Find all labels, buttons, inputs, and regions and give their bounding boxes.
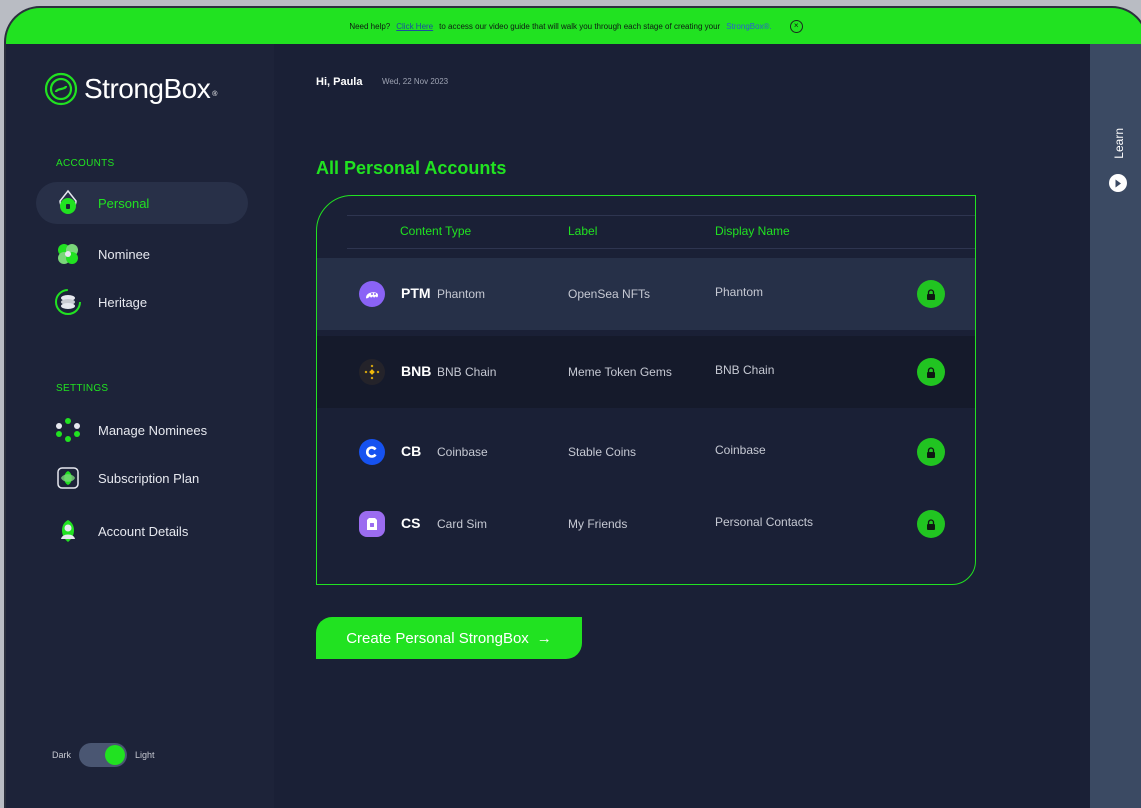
logo-text: StrongBox bbox=[84, 73, 211, 104]
help-banner: Need help? Click Here to access our vide… bbox=[6, 8, 1141, 44]
page-title: All Personal Accounts bbox=[316, 158, 507, 178]
lock-icon[interactable] bbox=[917, 438, 945, 466]
app-frame: Need help? Click Here to access our vide… bbox=[6, 8, 1141, 808]
lock-icon[interactable] bbox=[917, 358, 945, 386]
sidebar-item-label: Account Details bbox=[98, 523, 189, 539]
logo-icon bbox=[44, 72, 78, 106]
heritage-icon bbox=[54, 288, 82, 316]
nominee-icon bbox=[54, 240, 82, 268]
toggle-knob bbox=[105, 745, 126, 765]
sidebar-item-label: Subscription Plan bbox=[98, 470, 200, 486]
brand-logo[interactable]: StrongBox ® bbox=[44, 72, 217, 106]
sidebar-item-personal[interactable]: Personal bbox=[36, 182, 248, 224]
sidebar-item-label: Heritage bbox=[98, 294, 148, 310]
table-row[interactable]: CS Card Sim My Friends Personal Contacts bbox=[317, 488, 975, 560]
column-label: Label bbox=[568, 224, 598, 238]
arrow-right-icon: → bbox=[536, 629, 552, 647]
row-ticker: PTM bbox=[401, 285, 431, 301]
banner-brand: StrongBox®. bbox=[726, 21, 772, 31]
table-row[interactable]: BNB BNB Chain Meme Token Gems BNB Chain bbox=[317, 336, 975, 408]
manage-nominees-icon bbox=[54, 416, 82, 444]
table-header: Content Type Label Display Name bbox=[347, 215, 975, 249]
row-display-name: Phantom bbox=[715, 285, 764, 299]
column-content-type: Content Type bbox=[400, 224, 472, 238]
sidebar-item-account-details[interactable]: Account Details bbox=[36, 510, 248, 552]
create-strongbox-button[interactable]: Create Personal StrongBox → bbox=[316, 617, 582, 659]
current-date: Wed, 22 Nov 2023 bbox=[382, 77, 449, 86]
banner-middle: to access our video guide that will walk… bbox=[439, 21, 721, 31]
column-display-name: Display Name bbox=[715, 224, 790, 238]
row-display-name: BNB Chain bbox=[715, 363, 775, 377]
lock-icon[interactable] bbox=[917, 510, 945, 538]
learn-label: Learn bbox=[1112, 128, 1126, 159]
sidebar-item-label: Nominee bbox=[98, 246, 151, 262]
row-content-name: BNB Chain bbox=[437, 365, 497, 379]
row-label: OpenSea NFTs bbox=[568, 287, 651, 301]
sidebar-item-subscription-plan[interactable]: Subscription Plan bbox=[36, 457, 248, 499]
row-display-name: Coinbase bbox=[715, 443, 766, 457]
logo-reg: ® bbox=[212, 90, 218, 98]
bnb-icon bbox=[359, 359, 385, 385]
greeting: Hi, Paula bbox=[316, 76, 363, 88]
table-row[interactable]: CB Coinbase Stable Coins Coinbase bbox=[317, 416, 975, 488]
settings-heading: SETTINGS bbox=[56, 383, 109, 394]
close-icon[interactable]: × bbox=[789, 19, 803, 33]
cta-label: Create Personal StrongBox bbox=[346, 629, 529, 647]
row-ticker: CB bbox=[401, 443, 422, 459]
play-icon[interactable] bbox=[1109, 174, 1127, 192]
row-ticker: BNB bbox=[401, 363, 432, 379]
banner-link[interactable]: Click Here bbox=[396, 22, 433, 31]
coinbase-icon bbox=[359, 439, 385, 465]
theme-toggle-group: Dark Light bbox=[52, 743, 155, 767]
row-display-name: Personal Contacts bbox=[715, 515, 814, 529]
theme-light-label: Light bbox=[135, 750, 155, 760]
sidebar-item-heritage[interactable]: Heritage bbox=[36, 281, 248, 323]
personal-icon bbox=[54, 189, 82, 217]
banner-prefix: Need help? bbox=[349, 21, 391, 31]
accounts-card: Content Type Label Display Name PTM Phan… bbox=[316, 195, 976, 585]
row-content-name: Card Sim bbox=[437, 517, 488, 531]
phantom-icon bbox=[359, 281, 385, 307]
subscription-icon bbox=[54, 464, 82, 492]
row-label: My Friends bbox=[568, 517, 628, 531]
row-label: Meme Token Gems bbox=[568, 365, 672, 379]
row-ticker: CS bbox=[401, 515, 421, 531]
row-content-name: Coinbase bbox=[437, 445, 488, 459]
sidebar-item-label: Personal bbox=[98, 195, 150, 211]
theme-dark-label: Dark bbox=[52, 750, 72, 760]
lock-icon[interactable] bbox=[917, 280, 945, 308]
row-content-name: Phantom bbox=[437, 287, 486, 301]
sidebar-item-manage-nominees[interactable]: Manage Nominees bbox=[36, 409, 248, 451]
row-label: Stable Coins bbox=[568, 445, 637, 459]
sidebar-item-nominee[interactable]: Nominee bbox=[36, 233, 248, 275]
learn-panel[interactable]: Learn bbox=[1090, 44, 1141, 808]
account-details-icon bbox=[54, 517, 82, 545]
table-row[interactable]: PTM Phantom OpenSea NFTs Phantom bbox=[317, 258, 975, 330]
card-sim-icon bbox=[359, 511, 385, 537]
accounts-heading: ACCOUNTS bbox=[56, 158, 115, 169]
sidebar-item-label: Manage Nominees bbox=[98, 422, 208, 438]
theme-toggle[interactable] bbox=[79, 743, 128, 767]
